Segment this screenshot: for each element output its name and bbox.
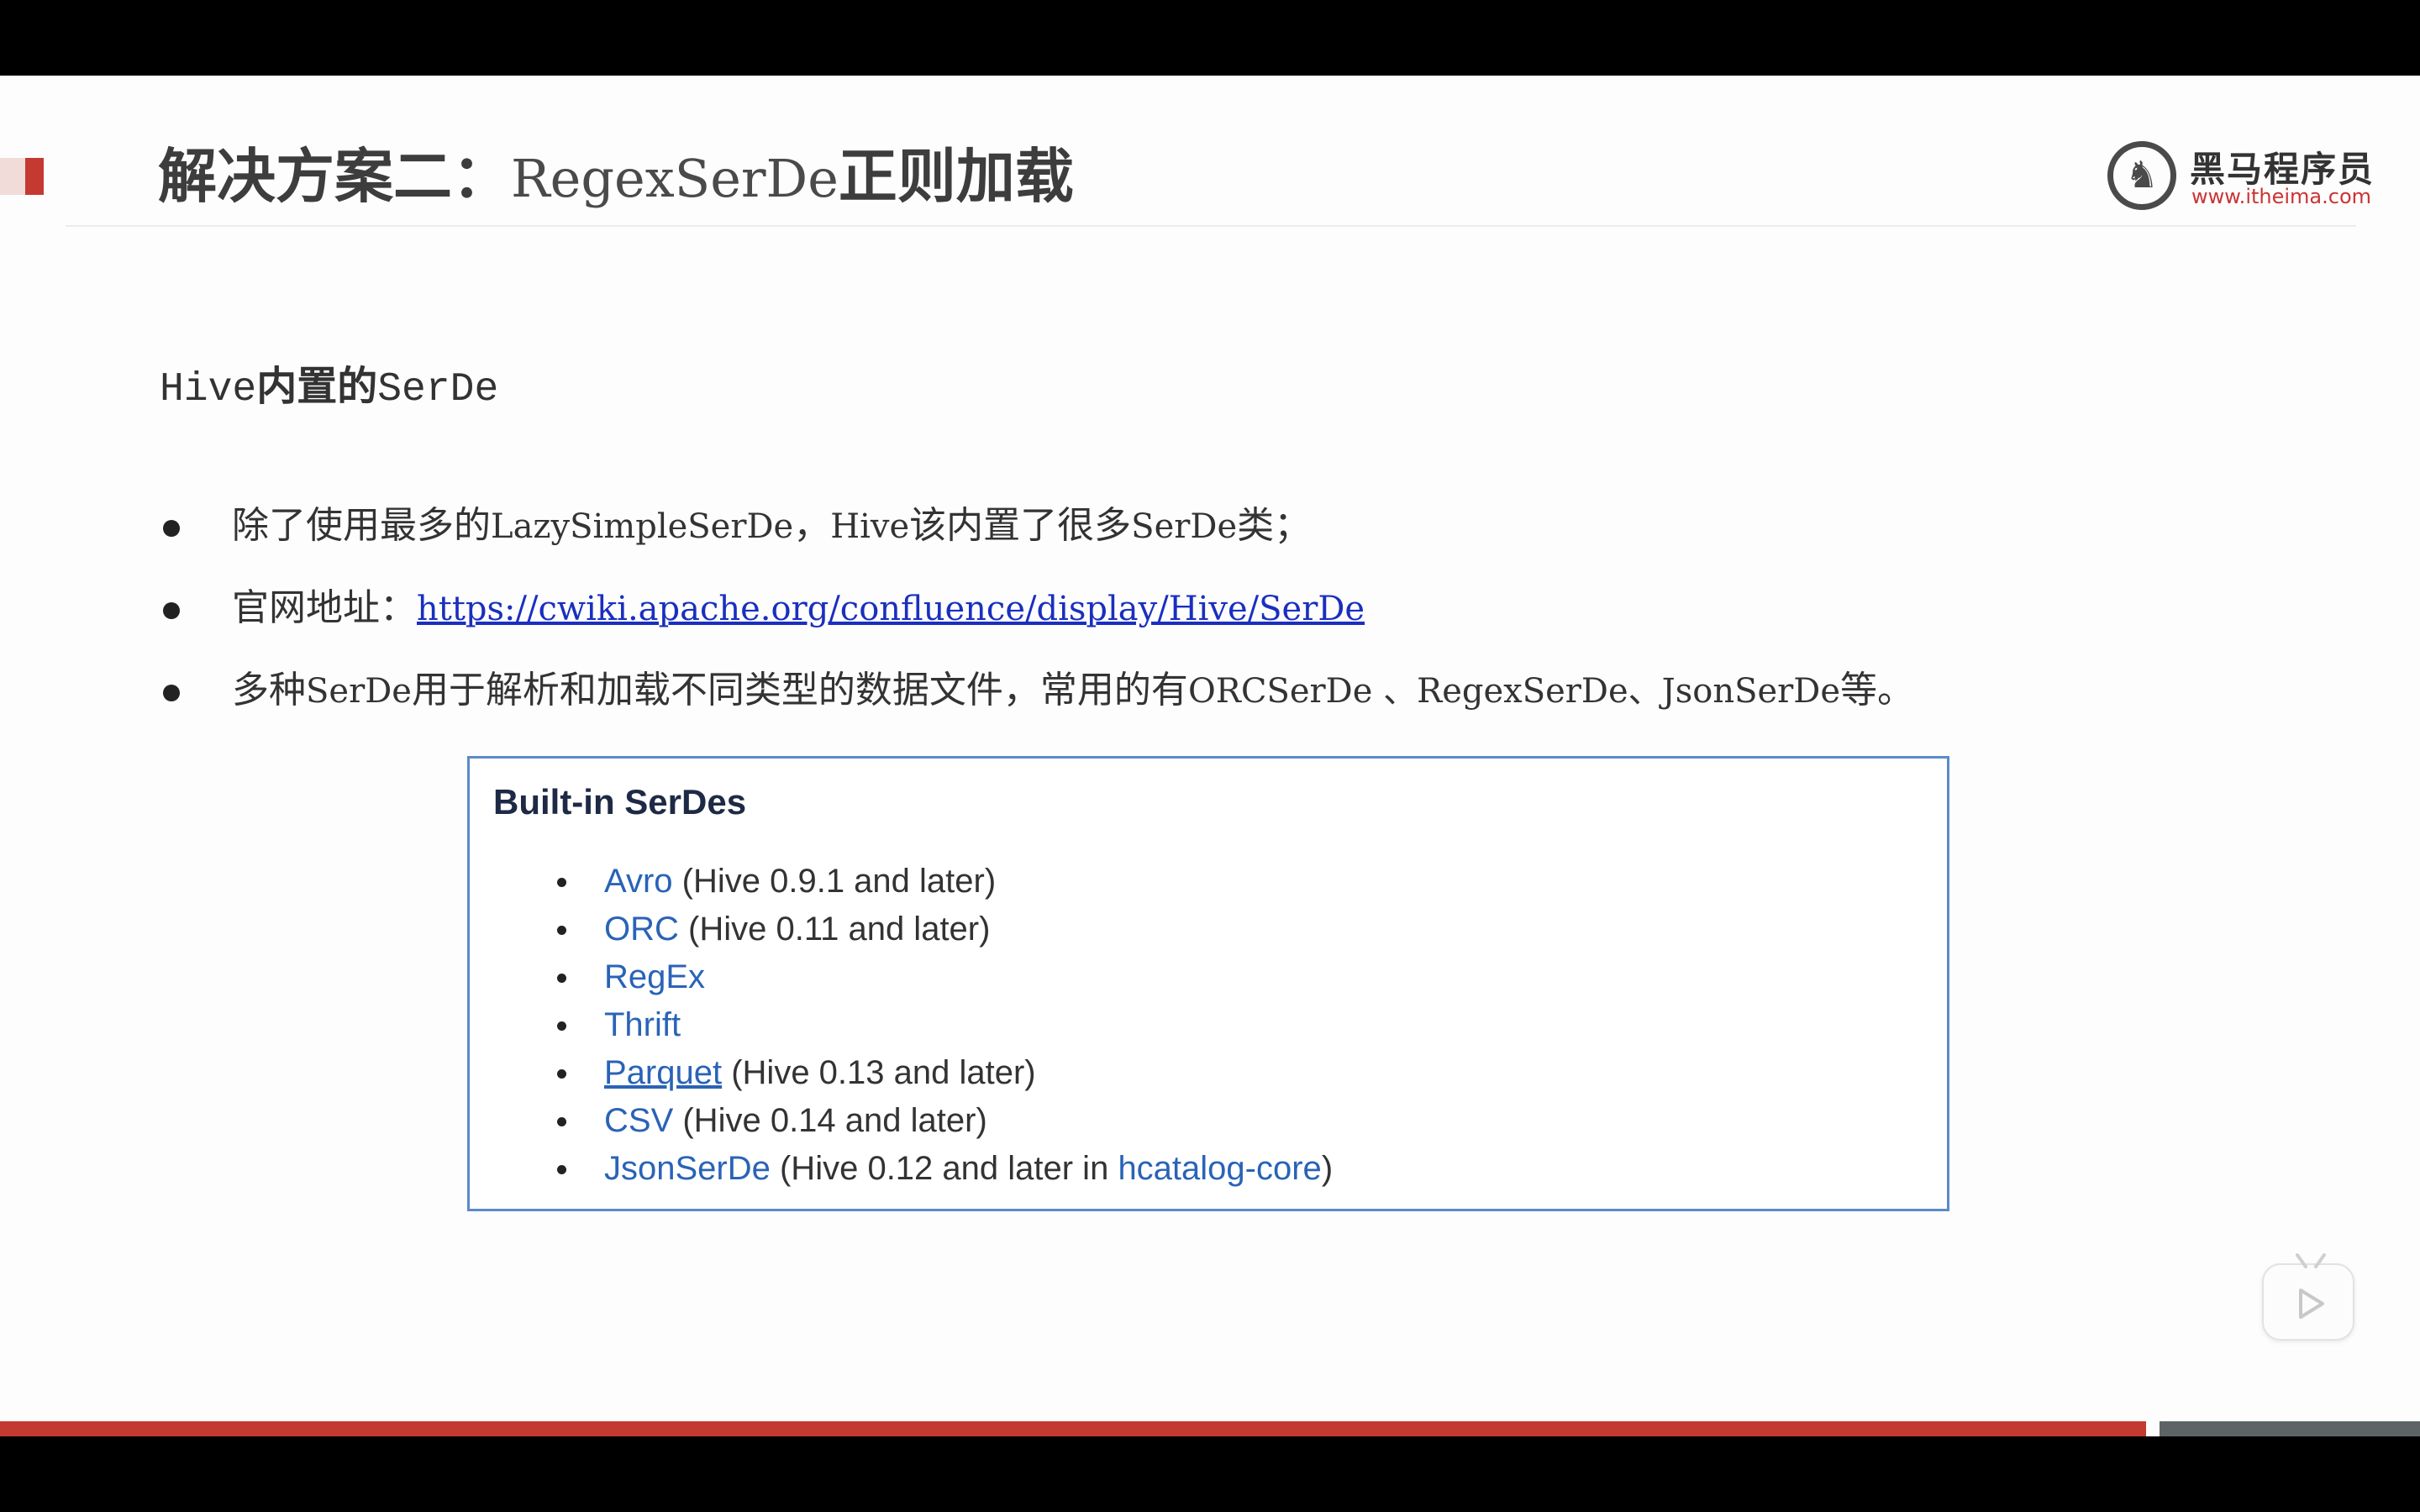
serdes-title: Built-in SerDes: [493, 782, 747, 822]
footer-accent-bar: [0, 1421, 2146, 1436]
serdes-list: Avro (Hive 0.9.1 and later) ORC (Hive 0.…: [554, 858, 1333, 1193]
logo-url: www.itheima.com: [2191, 185, 2372, 208]
bullet-code: SerDe: [1131, 507, 1238, 546]
serde-item-thrift: Thrift: [554, 1001, 1333, 1049]
bullet-text: 官网地址：: [232, 586, 417, 629]
serde-note: ): [1321, 1150, 1334, 1187]
serde-link[interactable]: ORC: [604, 911, 679, 948]
hcatalog-core-link[interactable]: hcatalog-core: [1118, 1150, 1321, 1187]
bullet-dot-icon: [557, 878, 566, 887]
subheading-post: SerDe: [377, 367, 499, 412]
serde-item-csv: CSV (Hive 0.14 and later): [554, 1097, 1333, 1145]
section-subheading: Hive内置的SerDe: [160, 353, 498, 412]
builtin-serdes-panel: Built-in SerDes Avro (Hive 0.9.1 and lat…: [467, 756, 1949, 1211]
serde-link[interactable]: JsonSerDe: [604, 1150, 771, 1187]
bullet-dot-icon: [557, 1117, 566, 1126]
serde-item-parquet: Parquet (Hive 0.13 and later): [554, 1049, 1333, 1097]
bullet-item: 多种SerDe用于解析和加载不同类型的数据文件，常用的有ORCSerDe 、Re…: [160, 660, 1914, 743]
bullet-text: 多种: [232, 669, 306, 711]
serde-note: (Hive 0.14 and later): [673, 1102, 987, 1139]
serde-link[interactable]: RegEx: [604, 958, 705, 995]
bullet-dot-icon: [163, 520, 180, 537]
serde-note: (Hive 0.13 and later): [722, 1054, 1036, 1091]
brand-logo: ♞ 黑马程序员 www.itheima.com: [2107, 129, 2375, 222]
bullet-text: 除了使用最多的: [232, 504, 491, 547]
serde-item-orc: ORC (Hive 0.11 and later): [554, 906, 1333, 953]
bullet-dot-icon: [163, 602, 180, 619]
bullet-item: 官网地址：https://cwiki.apache.org/confluence…: [160, 578, 1914, 660]
serde-link[interactable]: CSV: [604, 1102, 673, 1139]
bullet-text: ，: [793, 504, 831, 547]
title-mid: RegexSerDe: [511, 148, 839, 209]
bullet-code: LazySimpleSerDe: [491, 507, 794, 546]
serde-link[interactable]: Thrift: [604, 1006, 681, 1043]
bullet-list: 除了使用最多的LazySimpleSerDe，Hive该内置了很多SerDe类；…: [160, 496, 1914, 743]
bullet-code: Hive: [830, 507, 910, 546]
horse-icon: ♞: [2107, 141, 2176, 210]
bullet-code: ORCSerDe 、RegexSerDe、JsonSerDe: [1187, 672, 1841, 711]
slide: 解决方案二：RegexSerDe正则加载 ♞ 黑马程序员 www.itheima…: [0, 76, 2420, 1436]
bullet-text: 等。: [1840, 669, 1915, 711]
bullet-text: 该内置了很多: [909, 504, 1132, 547]
title-divider: [66, 225, 2356, 227]
bullet-item: 除了使用最多的LazySimpleSerDe，Hive该内置了很多SerDe类；: [160, 496, 1914, 578]
footer-gray-bar: [2160, 1421, 2420, 1436]
title-accent-bar: [0, 158, 46, 195]
bullet-text: 用于解析和加载不同类型的数据文件，常用的有: [411, 669, 1188, 711]
subheading-bold: 内置的: [256, 363, 378, 410]
title-prefix: 解决方案二：: [158, 142, 511, 211]
bullet-dot-icon: [557, 974, 566, 983]
bullet-text: 类；: [1237, 504, 1312, 547]
official-site-link[interactable]: https://cwiki.apache.org/confluence/disp…: [417, 590, 1365, 628]
bullet-code: SerDe: [306, 672, 412, 711]
bullet-dot-icon: [557, 1069, 566, 1079]
bullet-dot-icon: [557, 1165, 566, 1174]
serde-item-regex: RegEx: [554, 953, 1333, 1001]
bullet-dot-icon: [557, 1021, 566, 1031]
play-icon: [2299, 1289, 2324, 1319]
bullet-dot-icon: [557, 926, 566, 935]
serde-note: (Hive 0.11 and later): [678, 911, 991, 948]
subheading-pre: Hive: [160, 367, 257, 412]
tv-antenna-icon: [2296, 1253, 2326, 1268]
page-title: 解决方案二：RegexSerDe正则加载: [158, 141, 1074, 212]
title-suffix: 正则加载: [838, 142, 1074, 211]
serde-link[interactable]: Avro: [604, 863, 673, 900]
bullet-dot-icon: [163, 685, 180, 701]
serde-note: (Hive 0.9.1 and later): [672, 863, 997, 900]
serde-item-avro: Avro (Hive 0.9.1 and later): [554, 858, 1333, 906]
serde-note: (Hive 0.12 and later in: [770, 1150, 1118, 1187]
serde-item-jsonserde: JsonSerDe (Hive 0.12 and later in hcatal…: [554, 1145, 1333, 1193]
serde-link[interactable]: Parquet: [604, 1054, 722, 1091]
play-button[interactable]: [2262, 1253, 2354, 1341]
